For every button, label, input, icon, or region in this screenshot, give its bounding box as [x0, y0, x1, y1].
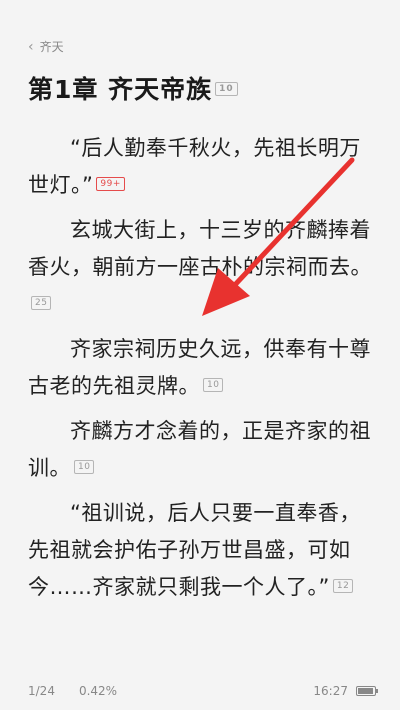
back-to-book[interactable]: ‹ 齐天	[28, 38, 64, 55]
chapter-title: 第1章 齐天帝族 10	[28, 70, 380, 106]
paragraph-text: “祖训说，后人只要一直奉香，先祖就会护佑子孙万世昌盛，可如今……齐家就只剩我一个…	[28, 501, 361, 599]
paragraph: 玄城大街上，十三岁的齐麟捧着香火，朝前方一座古朴的宗祠而去。 25	[28, 212, 380, 323]
book-title: 齐天	[39, 40, 64, 54]
page-indicator: 1/24	[28, 684, 55, 698]
battery-icon	[356, 686, 378, 696]
reader-footer: 1/24 0.42% 16:27	[28, 684, 378, 698]
paragraph-comment-badge[interactable]: 10	[74, 460, 95, 474]
paragraph: “后人勤奉千秋火，先祖长明万世灯。” 99+	[28, 130, 380, 204]
paragraph-comment-badge[interactable]: 25	[31, 296, 52, 310]
paragraph-comment-badge[interactable]: 99+	[96, 177, 125, 191]
paragraph-text: 玄城大街上，十三岁的齐麟捧着香火，朝前方一座古朴的宗祠而去。	[28, 218, 372, 279]
chapter-title-text: 第1章 齐天帝族	[28, 75, 213, 104]
progress-percent: 0.42%	[78, 684, 118, 698]
paragraph-text: 齐家宗祠历史久远，供奉有十尊古老的先祖灵牌。	[28, 337, 371, 398]
clock: 16:27	[313, 684, 348, 698]
paragraph: 齐家宗祠历史久远，供奉有十尊古老的先祖灵牌。 10	[28, 331, 380, 405]
paragraph-comment-badge[interactable]: 10	[203, 378, 224, 392]
paragraph-text: “后人勤奉千秋火，先祖长明万世灯。”	[28, 136, 361, 197]
paragraph: 齐麟方才念着的，正是齐家的祖训。 10	[28, 413, 380, 487]
chevron-left-icon: ‹	[28, 38, 34, 55]
paragraph: “祖训说，后人只要一直奉香，先祖就会护佑子孙万世昌盛，可如今……齐家就只剩我一个…	[28, 495, 380, 606]
paragraph-comment-badge[interactable]: 12	[332, 579, 354, 593]
chapter-content: “后人勤奉千秋火，先祖长明万世灯。” 99+ 玄城大街上，十三岁的齐麟捧着香火，朝…	[28, 130, 380, 614]
chapter-comment-badge[interactable]: 10	[215, 82, 238, 96]
